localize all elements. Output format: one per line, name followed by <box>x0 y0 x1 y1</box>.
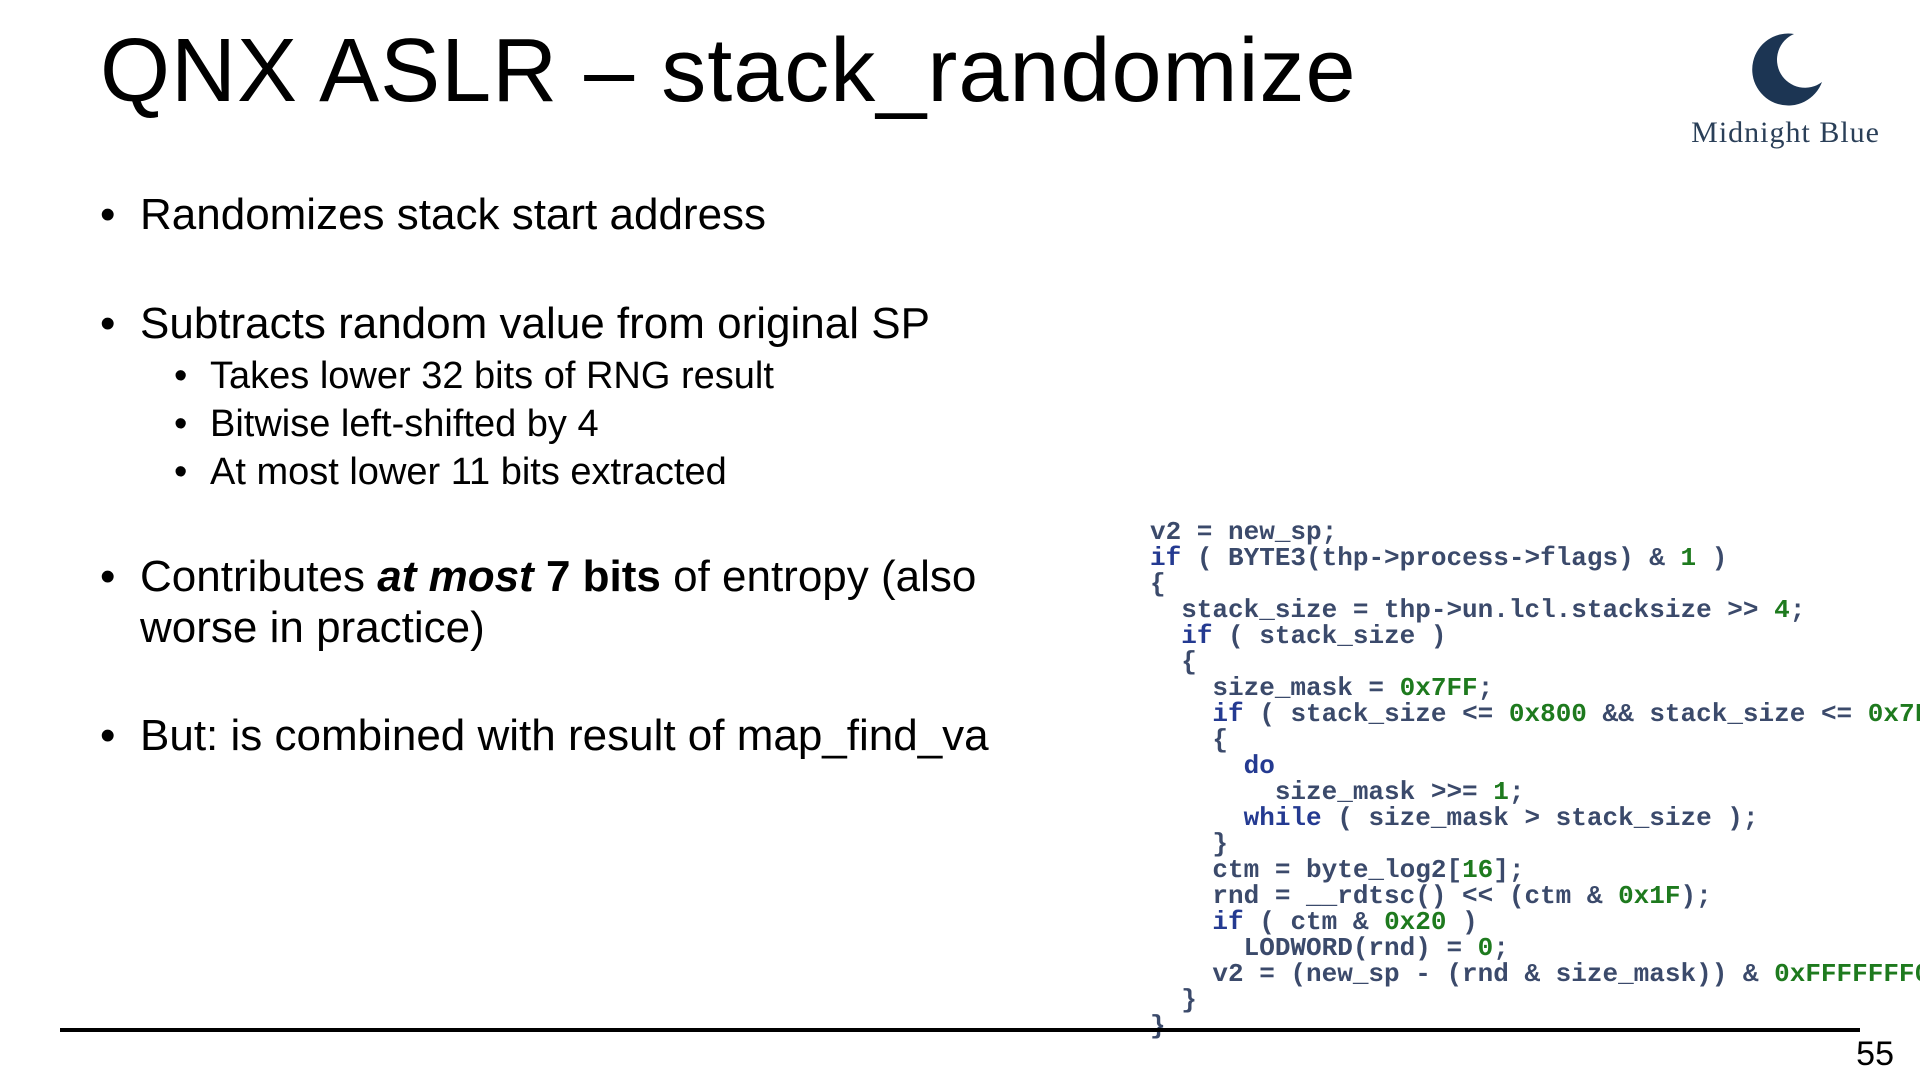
page-number: 55 <box>1856 1035 1894 1074</box>
bullet-3-em2: 7 bits <box>546 552 661 601</box>
bullet-2-2: Bitwise left-shifted by 4 <box>174 403 1100 447</box>
logo: Midnight Blue <box>1691 30 1880 150</box>
bullet-3-em1: at most <box>377 552 533 601</box>
slide-title: QNX ASLR – stack_randomize <box>100 20 1357 123</box>
bullet-2-3: At most lower 11 bits extracted <box>174 451 1100 495</box>
bullet-3: Contributes at most 7 bits of entropy (a… <box>100 552 1100 653</box>
bullet-2-1-text: Takes lower 32 bits of RNG result <box>210 355 774 397</box>
bullet-4: But: is combined with result of map_find… <box>100 711 1100 762</box>
bullet-2-text: Subtracts random value from original SP <box>140 299 930 348</box>
bullet-3-pre: Contributes <box>140 552 377 601</box>
moon-icon <box>1746 30 1826 110</box>
code-block: v2 = new_sp; if ( BYTE3(thp->process->fl… <box>1150 519 1920 1039</box>
bullet-2-3-text: At most lower 11 bits extracted <box>210 451 727 493</box>
bullet-2-2-text: Bitwise left-shifted by 4 <box>210 403 599 445</box>
divider <box>60 1028 1860 1032</box>
bullet-2-1: Takes lower 32 bits of RNG result <box>174 355 1100 399</box>
bullet-3-mid <box>534 552 546 601</box>
logo-text: Midnight Blue <box>1691 116 1880 150</box>
bullet-1-text: Randomizes stack start address <box>140 190 766 239</box>
bullet-2: Subtracts random value from original SP … <box>100 299 1100 495</box>
bullet-4-text: But: is combined with result of map_find… <box>140 711 989 760</box>
slide: QNX ASLR – stack_randomize Midnight Blue… <box>0 0 1920 1080</box>
slide-body: Randomizes stack start address Subtracts… <box>100 190 1100 820</box>
bullet-1: Randomizes stack start address <box>100 190 1100 241</box>
